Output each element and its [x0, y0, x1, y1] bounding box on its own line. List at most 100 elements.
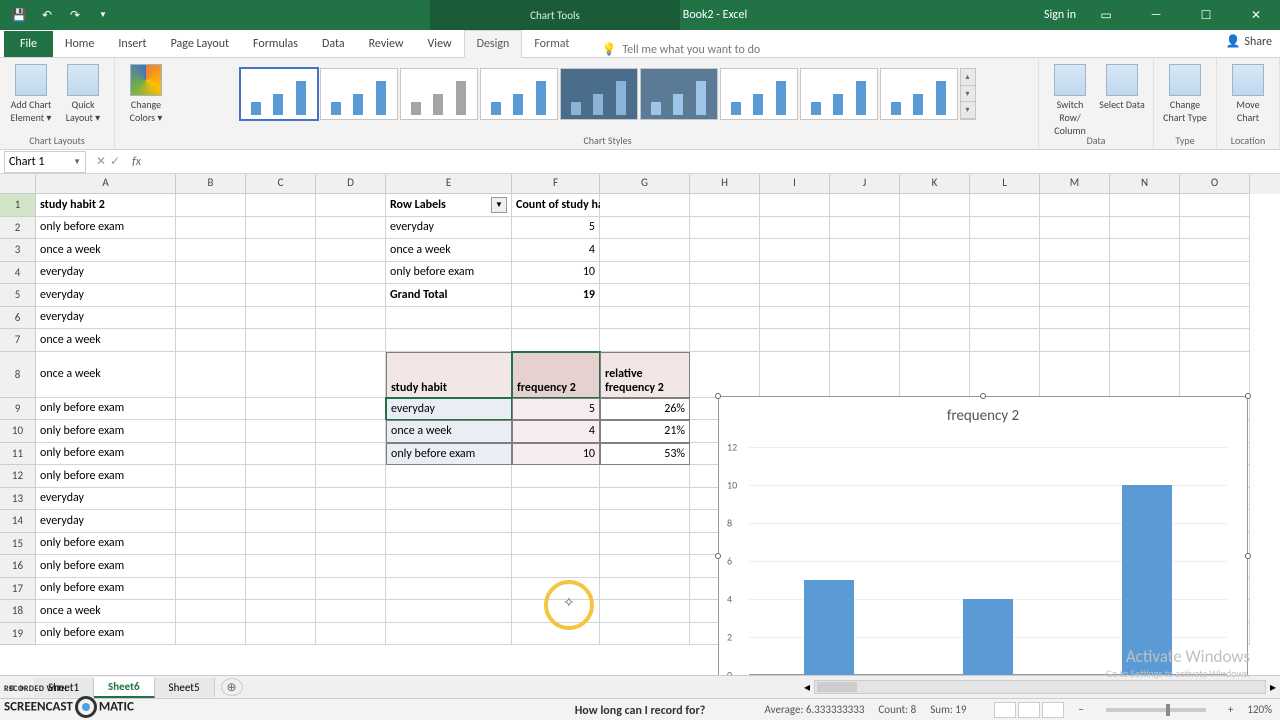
- cell[interactable]: [900, 239, 970, 262]
- cell[interactable]: [830, 217, 900, 240]
- tab-formulas[interactable]: Formulas: [241, 31, 310, 57]
- cell[interactable]: [176, 398, 246, 421]
- row-header[interactable]: 7: [0, 329, 36, 352]
- cell[interactable]: [246, 555, 316, 578]
- row-header[interactable]: 6: [0, 307, 36, 330]
- cell[interactable]: [970, 239, 1040, 262]
- row-header[interactable]: 14: [0, 510, 36, 533]
- zoom-slider[interactable]: [1106, 708, 1206, 712]
- cell[interactable]: 21%: [600, 420, 690, 443]
- cell[interactable]: [690, 352, 760, 398]
- cell[interactable]: [900, 194, 970, 217]
- cell[interactable]: [600, 329, 690, 352]
- view-page-layout-button[interactable]: [1018, 702, 1040, 718]
- cell[interactable]: [316, 217, 386, 240]
- cell[interactable]: [386, 623, 512, 646]
- cell[interactable]: [970, 284, 1040, 307]
- tab-page-layout[interactable]: Page Layout: [159, 31, 241, 57]
- cell[interactable]: [760, 284, 830, 307]
- cell[interactable]: [1110, 307, 1180, 330]
- cell[interactable]: [1040, 284, 1110, 307]
- row-header[interactable]: 8: [0, 352, 36, 398]
- cell[interactable]: Grand Total: [386, 284, 512, 307]
- cell[interactable]: 19: [512, 284, 600, 307]
- row-header[interactable]: 11: [0, 443, 36, 466]
- cell[interactable]: [600, 623, 690, 646]
- change-chart-type-button[interactable]: Change Chart Type: [1160, 62, 1210, 126]
- chart-style-3[interactable]: [400, 68, 478, 120]
- cell[interactable]: [316, 465, 386, 488]
- row-header[interactable]: 1: [0, 194, 36, 217]
- row-header[interactable]: 19: [0, 623, 36, 646]
- cell[interactable]: [1180, 194, 1250, 217]
- cell[interactable]: [690, 217, 760, 240]
- cell[interactable]: [1180, 239, 1250, 262]
- cell[interactable]: only before exam: [36, 398, 176, 421]
- row-header[interactable]: 2: [0, 217, 36, 240]
- tab-format[interactable]: Format: [522, 31, 581, 57]
- horizontal-scrollbar[interactable]: ◂ ▸: [800, 679, 1280, 695]
- cell[interactable]: 5: [512, 217, 600, 240]
- tab-home[interactable]: Home: [53, 31, 106, 57]
- chart-style-5[interactable]: [560, 68, 638, 120]
- cell[interactable]: [900, 284, 970, 307]
- cell[interactable]: [690, 284, 760, 307]
- cell[interactable]: [316, 510, 386, 533]
- cell[interactable]: [316, 194, 386, 217]
- redo-icon[interactable]: ↷: [64, 4, 86, 26]
- cell[interactable]: [1180, 262, 1250, 285]
- cell[interactable]: only before exam: [36, 555, 176, 578]
- zoom-out-button[interactable]: −: [1078, 703, 1083, 716]
- cell[interactable]: [386, 465, 512, 488]
- cell[interactable]: [176, 443, 246, 466]
- cell[interactable]: [900, 329, 970, 352]
- cell[interactable]: frequency 2: [512, 352, 600, 398]
- chart-bar[interactable]: [963, 599, 1013, 675]
- name-box[interactable]: Chart 1▼: [4, 151, 86, 173]
- cell[interactable]: [316, 578, 386, 601]
- chart-style-9[interactable]: [880, 68, 958, 120]
- col-header-A[interactable]: A: [36, 174, 176, 194]
- col-header-O[interactable]: O: [1180, 174, 1250, 194]
- cell[interactable]: [246, 307, 316, 330]
- tab-review[interactable]: Review: [357, 31, 416, 57]
- col-header-I[interactable]: I: [760, 174, 830, 194]
- cell[interactable]: [512, 329, 600, 352]
- cell[interactable]: [760, 262, 830, 285]
- cell[interactable]: [1040, 262, 1110, 285]
- cell[interactable]: [176, 488, 246, 511]
- cell[interactable]: [316, 352, 386, 398]
- cell[interactable]: [1040, 329, 1110, 352]
- cell[interactable]: [386, 555, 512, 578]
- chart-handle[interactable]: [1245, 553, 1251, 559]
- cell[interactable]: [600, 578, 690, 601]
- cell[interactable]: [176, 555, 246, 578]
- tab-file[interactable]: File: [4, 31, 53, 57]
- cell[interactable]: [900, 352, 970, 398]
- cell[interactable]: only before exam: [36, 443, 176, 466]
- col-header-K[interactable]: K: [900, 174, 970, 194]
- chart-handle[interactable]: [715, 393, 721, 399]
- tab-view[interactable]: View: [416, 31, 464, 57]
- cell[interactable]: [246, 398, 316, 421]
- cell[interactable]: everyday: [36, 307, 176, 330]
- cell[interactable]: everyday: [386, 217, 512, 240]
- cell[interactable]: [176, 420, 246, 443]
- chart-style-6[interactable]: [640, 68, 718, 120]
- cell[interactable]: [316, 420, 386, 443]
- cell[interactable]: [316, 600, 386, 623]
- cell[interactable]: [512, 578, 600, 601]
- cell[interactable]: [970, 307, 1040, 330]
- cell[interactable]: [1110, 194, 1180, 217]
- cell[interactable]: [900, 262, 970, 285]
- cell[interactable]: once a week: [386, 239, 512, 262]
- close-button[interactable]: ✕: [1236, 0, 1276, 30]
- cell[interactable]: [176, 578, 246, 601]
- ribbon-display-icon[interactable]: ▭: [1086, 0, 1126, 30]
- chart-style-1[interactable]: [240, 68, 318, 120]
- cell[interactable]: [512, 488, 600, 511]
- cell[interactable]: [690, 329, 760, 352]
- cell[interactable]: [690, 194, 760, 217]
- style-gallery-scroll[interactable]: ▴▾▾: [960, 68, 976, 120]
- chart-handle[interactable]: [715, 553, 721, 559]
